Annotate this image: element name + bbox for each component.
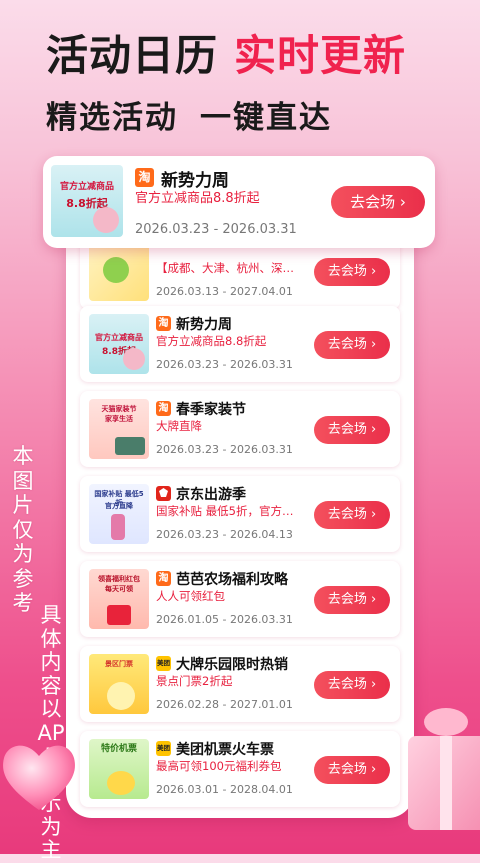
headline: 活动日历 实时更新 bbox=[46, 22, 406, 83]
headline-part-2: 实时更新 bbox=[234, 31, 407, 80]
go-venue-button[interactable]: 去会场 › bbox=[314, 416, 390, 444]
activity-thumbnail: 特价机票 bbox=[89, 739, 149, 799]
activity-thumbnail: 天猫家装节 家享生活 bbox=[89, 399, 149, 459]
activity-title: 大牌乐园限时热销 bbox=[176, 657, 288, 673]
model-figure-icon bbox=[93, 207, 119, 233]
activity-title: 京东出游季 bbox=[176, 487, 246, 503]
activity-thumbnail: 官方立减商品 8.8折起 bbox=[89, 314, 149, 374]
phone-product-icon bbox=[111, 514, 125, 540]
activity-card[interactable]: 国家补贴 最低5折 官方直降 京东出游季 国家补贴 最低5折，官方… 2026.… bbox=[80, 476, 400, 552]
activity-date: 2026.02.28 - 2027.01.01 bbox=[156, 698, 293, 711]
activity-date: 2026.03.23 - 2026.03.31 bbox=[156, 358, 293, 371]
taobao-logo-icon: 淘 bbox=[156, 316, 171, 331]
activity-thumbnail: 领喜福利红包 每天可领 bbox=[89, 569, 149, 629]
activity-title: 春季家装节 bbox=[176, 402, 246, 418]
activity-title: 新势力周 bbox=[176, 317, 232, 333]
mascot-icon bbox=[107, 771, 135, 795]
meituan-logo-icon: 美团 bbox=[156, 741, 171, 756]
featured-go-venue-button[interactable]: 去会场 › bbox=[331, 186, 425, 218]
thumb-text: 天猫家装节 bbox=[101, 405, 137, 413]
activity-date: 2026.03.23 - 2026.03.31 bbox=[156, 443, 293, 456]
thumb-text: 官方立减商品 bbox=[95, 333, 143, 342]
activity-subtitle: 【成都、大津、杭州、深… bbox=[156, 261, 294, 275]
disclaimer-text-1: 本图片仅为参考 bbox=[12, 444, 34, 615]
activity-thumbnail bbox=[89, 241, 149, 301]
subheadline: 精选活动 一键直达 bbox=[46, 92, 332, 137]
activity-thumbnail: 国家补贴 最低5折 官方直降 bbox=[89, 484, 149, 544]
featured-activity-card[interactable]: 官方立减商品 8.8折起 淘 新势力周 官方立减商品8.8折起 2026.03.… bbox=[43, 156, 435, 248]
activity-card[interactable]: 领喜福利红包 每天可领 淘 芭芭农场福利攻略 人人可领红包 2026.01.05… bbox=[80, 561, 400, 637]
gift-box-decoration-icon bbox=[408, 708, 480, 830]
thumb-text: 官方直降 bbox=[105, 502, 133, 510]
activity-subtitle: 国家补贴 最低5折，官方… bbox=[156, 504, 294, 518]
thumb-text: 领喜福利红包 bbox=[98, 575, 140, 583]
activity-subtitle: 人人可领红包 bbox=[156, 589, 225, 603]
activity-subtitle: 最高可领100元福利券包 bbox=[156, 759, 282, 773]
activity-subtitle: 官方立减商品8.8折起 bbox=[156, 334, 267, 348]
activity-date: 2026.01.05 - 2026.03.31 bbox=[156, 613, 293, 626]
activity-subtitle: 大牌直降 bbox=[156, 419, 202, 433]
heart-decoration-icon bbox=[3, 745, 75, 810]
activity-card[interactable]: 官方立减商品 8.8折起 淘 新势力周 官方立减商品8.8折起 2026.03.… bbox=[80, 306, 400, 382]
thumb-text: 官方立减商品 bbox=[59, 182, 114, 192]
headline-part-1: 活动日历 bbox=[46, 31, 219, 80]
featured-thumbnail: 官方立减商品 8.8折起 bbox=[51, 165, 123, 237]
featured-subtitle: 官方立减商品8.8折起 bbox=[135, 191, 260, 206]
activity-date: 2026.03.01 - 2028.04.01 bbox=[156, 783, 293, 796]
featured-date: 2026.03.23 - 2026.03.31 bbox=[135, 222, 297, 237]
thumb-text: 家享生活 bbox=[105, 415, 133, 423]
model-figure-icon bbox=[123, 348, 145, 370]
activity-card[interactable]: 天猫家装节 家享生活 淘 春季家装节 大牌直降 2026.03.23 - 202… bbox=[80, 391, 400, 467]
activity-card[interactable]: 特价机票 美团 美团机票火车票 最高可领100元福利券包 2026.03.01 … bbox=[80, 731, 400, 807]
mascot-icon bbox=[107, 682, 135, 710]
go-venue-button[interactable]: 去会场 › bbox=[314, 331, 390, 359]
taobao-logo-icon: 淘 bbox=[156, 401, 171, 416]
go-venue-button[interactable]: 去会场 › bbox=[314, 258, 390, 286]
activity-thumbnail: 景区门票 bbox=[89, 654, 149, 714]
jd-logo-icon bbox=[156, 486, 171, 501]
go-venue-button[interactable]: 去会场 › bbox=[314, 586, 390, 614]
taobao-logo-icon: 淘 bbox=[135, 168, 154, 187]
thumb-text: 特价机票 bbox=[100, 744, 137, 754]
matcha-cup-icon bbox=[103, 257, 129, 283]
subheadline-part-2: 一键直达 bbox=[200, 100, 332, 136]
activity-card[interactable]: 景区门票 美团 大牌乐园限时热销 景点门票2折起 2026.02.28 - 20… bbox=[80, 646, 400, 722]
taobao-logo-icon: 淘 bbox=[156, 571, 171, 586]
go-venue-button[interactable]: 去会场 › bbox=[314, 501, 390, 529]
meituan-logo-icon: 美团 bbox=[156, 656, 171, 671]
activity-subtitle: 景点门票2折起 bbox=[156, 674, 233, 688]
activity-date: 2026.03.23 - 2026.04.13 bbox=[156, 528, 293, 541]
thumb-text: 景区门票 bbox=[105, 660, 133, 668]
disclaimer-text-2: 具体内容以APP展示为主 bbox=[37, 603, 65, 862]
subheadline-part-1: 精选活动 bbox=[46, 100, 178, 136]
activity-title: 美团机票火车票 bbox=[176, 742, 274, 758]
go-venue-button[interactable]: 去会场 › bbox=[314, 756, 390, 784]
activity-date: 2026.03.13 - 2027.04.01 bbox=[156, 285, 293, 298]
red-packet-icon bbox=[107, 605, 131, 625]
activity-title: 芭芭农场福利攻略 bbox=[176, 572, 288, 588]
go-venue-button[interactable]: 去会场 › bbox=[314, 671, 390, 699]
sofa-icon bbox=[115, 437, 145, 455]
thumb-text: 每天可领 bbox=[105, 585, 133, 593]
